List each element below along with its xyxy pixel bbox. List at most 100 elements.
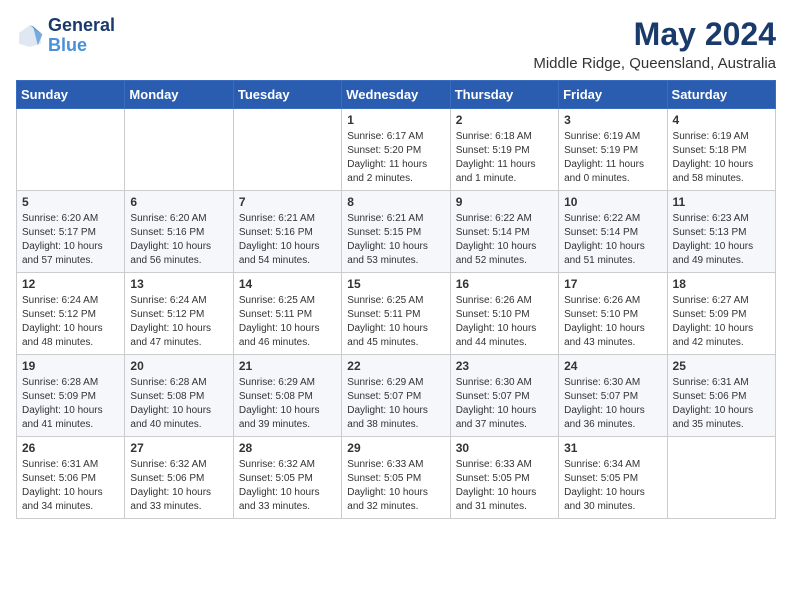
day-info: Sunrise: 6:31 AMSunset: 5:06 PMDaylight:… [673, 376, 770, 432]
calendar-cell: 3 Sunrise: 6:19 AMSunset: 5:19 PMDaylight… [559, 109, 667, 191]
day-number: 31 [564, 441, 661, 455]
calendar-cell: 23 Sunrise: 6:30 AMSunset: 5:07 PMDayligh… [450, 355, 558, 437]
day-info: Sunrise: 6:25 AMSunset: 5:11 PMDaylight:… [239, 294, 336, 350]
day-info: Sunrise: 6:24 AMSunset: 5:12 PMDaylight:… [130, 294, 227, 350]
day-info: Sunrise: 6:19 AMSunset: 5:18 PMDaylight:… [673, 130, 770, 186]
day-info: Sunrise: 6:32 AMSunset: 5:05 PMDaylight:… [239, 458, 336, 514]
day-info: Sunrise: 6:22 AMSunset: 5:14 PMDaylight:… [456, 212, 553, 268]
calendar-week-row: 1 Sunrise: 6:17 AMSunset: 5:20 PMDaylight… [17, 109, 776, 191]
header-friday: Friday [559, 81, 667, 109]
logo-line2: Blue [48, 35, 87, 55]
day-number: 1 [347, 113, 444, 127]
calendar-cell: 30 Sunrise: 6:33 AMSunset: 5:05 PMDayligh… [450, 437, 558, 519]
day-number: 25 [673, 359, 770, 373]
header-tuesday: Tuesday [233, 81, 341, 109]
day-number: 18 [673, 277, 770, 291]
day-number: 6 [130, 195, 227, 209]
calendar-week-row: 26 Sunrise: 6:31 AMSunset: 5:06 PMDayligh… [17, 437, 776, 519]
day-number: 5 [22, 195, 119, 209]
day-number: 27 [130, 441, 227, 455]
calendar-cell: 7 Sunrise: 6:21 AMSunset: 5:16 PMDaylight… [233, 191, 341, 273]
day-number: 17 [564, 277, 661, 291]
day-info: Sunrise: 6:28 AMSunset: 5:09 PMDaylight:… [22, 376, 119, 432]
day-number: 30 [456, 441, 553, 455]
calendar-cell: 22Sunrise: 6:29 AMSunset: 5:07 PMDayligh… [342, 355, 450, 437]
day-info: Sunrise: 6:21 AMSunset: 5:16 PMDaylight:… [239, 212, 336, 268]
day-number: 4 [673, 113, 770, 127]
day-info: Sunrise: 6:29 AMSunset: 5:07 PMDaylight:… [347, 376, 444, 432]
day-number: 23 [456, 359, 553, 373]
calendar-week-row: 5 Sunrise: 6:20 AMSunset: 5:17 PMDaylight… [17, 191, 776, 273]
day-number: 28 [239, 441, 336, 455]
day-info: Sunrise: 6:19 AMSunset: 5:19 PMDaylight:… [564, 130, 661, 186]
day-info: Sunrise: 6:30 AMSunset: 5:07 PMDaylight:… [564, 376, 661, 432]
calendar-cell: 24Sunrise: 6:30 AMSunset: 5:07 PMDayligh… [559, 355, 667, 437]
day-number: 21 [239, 359, 336, 373]
header-thursday: Thursday [450, 81, 558, 109]
calendar-cell: 27 Sunrise: 6:32 AMSunset: 5:06 PMDayligh… [125, 437, 233, 519]
day-info: Sunrise: 6:21 AMSunset: 5:15 PMDaylight:… [347, 212, 444, 268]
calendar-cell: 21Sunrise: 6:29 AMSunset: 5:08 PMDayligh… [233, 355, 341, 437]
day-info: Sunrise: 6:22 AMSunset: 5:14 PMDaylight:… [564, 212, 661, 268]
title-block: May 2024 Middle Ridge, Queensland, Austr… [533, 16, 776, 72]
day-info: Sunrise: 6:34 AMSunset: 5:05 PMDaylight:… [564, 458, 661, 514]
calendar-cell: 2 Sunrise: 6:18 AMSunset: 5:19 PMDaylight… [450, 109, 558, 191]
day-number: 9 [456, 195, 553, 209]
day-info: Sunrise: 6:32 AMSunset: 5:06 PMDaylight:… [130, 458, 227, 514]
day-info: Sunrise: 6:26 AMSunset: 5:10 PMDaylight:… [456, 294, 553, 350]
header-saturday: Saturday [667, 81, 775, 109]
day-info: Sunrise: 6:23 AMSunset: 5:13 PMDaylight:… [673, 212, 770, 268]
calendar-week-row: 19 Sunrise: 6:28 AMSunset: 5:09 PMDayligh… [17, 355, 776, 437]
day-number: 11 [673, 195, 770, 209]
day-number: 19 [22, 359, 119, 373]
calendar-cell: 29Sunrise: 6:33 AMSunset: 5:05 PMDayligh… [342, 437, 450, 519]
calendar-cell [125, 109, 233, 191]
header-sunday: Sunday [17, 81, 125, 109]
calendar-cell: 8 Sunrise: 6:21 AMSunset: 5:15 PMDaylight… [342, 191, 450, 273]
day-info: Sunrise: 6:31 AMSunset: 5:06 PMDaylight:… [22, 458, 119, 514]
month-title: May 2024 [533, 16, 776, 53]
calendar-cell: 25 Sunrise: 6:31 AMSunset: 5:06 PMDayligh… [667, 355, 775, 437]
location-title: Middle Ridge, Queensland, Australia [533, 55, 776, 72]
page-header: General Blue May 2024 Middle Ridge, Quee… [16, 16, 776, 72]
day-number: 16 [456, 277, 553, 291]
calendar-cell: 31 Sunrise: 6:34 AMSunset: 5:05 PMDayligh… [559, 437, 667, 519]
day-info: Sunrise: 6:33 AMSunset: 5:05 PMDaylight:… [456, 458, 553, 514]
day-info: Sunrise: 6:24 AMSunset: 5:12 PMDaylight:… [22, 294, 119, 350]
day-info: Sunrise: 6:27 AMSunset: 5:09 PMDaylight:… [673, 294, 770, 350]
day-info: Sunrise: 6:30 AMSunset: 5:07 PMDaylight:… [456, 376, 553, 432]
day-info: Sunrise: 6:20 AMSunset: 5:17 PMDaylight:… [22, 212, 119, 268]
day-number: 7 [239, 195, 336, 209]
day-number: 10 [564, 195, 661, 209]
day-number: 3 [564, 113, 661, 127]
day-number: 8 [347, 195, 444, 209]
logo-icon [16, 22, 44, 50]
day-info: Sunrise: 6:18 AMSunset: 5:19 PMDaylight:… [456, 130, 553, 186]
calendar-cell: 9 Sunrise: 6:22 AMSunset: 5:14 PMDaylight… [450, 191, 558, 273]
day-info: Sunrise: 6:26 AMSunset: 5:10 PMDaylight:… [564, 294, 661, 350]
calendar-cell [233, 109, 341, 191]
day-number: 26 [22, 441, 119, 455]
calendar: SundayMondayTuesdayWednesdayThursdayFrid… [16, 80, 776, 519]
day-number: 12 [22, 277, 119, 291]
calendar-cell: 17 Sunrise: 6:26 AMSunset: 5:10 PMDayligh… [559, 273, 667, 355]
calendar-cell: 28 Sunrise: 6:32 AMSunset: 5:05 PMDayligh… [233, 437, 341, 519]
day-number: 15 [347, 277, 444, 291]
calendar-cell: 14 Sunrise: 6:25 AMSunset: 5:11 PMDayligh… [233, 273, 341, 355]
calendar-cell: 12 Sunrise: 6:24 AMSunset: 5:12 PMDayligh… [17, 273, 125, 355]
logo-line1: General [48, 16, 115, 36]
calendar-cell: 4 Sunrise: 6:19 AMSunset: 5:18 PMDaylight… [667, 109, 775, 191]
logo: General Blue [16, 16, 115, 56]
day-info: Sunrise: 6:17 AMSunset: 5:20 PMDaylight:… [347, 130, 444, 186]
day-number: 13 [130, 277, 227, 291]
calendar-cell [17, 109, 125, 191]
calendar-cell: 26 Sunrise: 6:31 AMSunset: 5:06 PMDayligh… [17, 437, 125, 519]
calendar-cell: 15Sunrise: 6:25 AMSunset: 5:11 PMDayligh… [342, 273, 450, 355]
calendar-cell: 16 Sunrise: 6:26 AMSunset: 5:10 PMDayligh… [450, 273, 558, 355]
calendar-cell: 19 Sunrise: 6:28 AMSunset: 5:09 PMDayligh… [17, 355, 125, 437]
calendar-cell: 13 Sunrise: 6:24 AMSunset: 5:12 PMDayligh… [125, 273, 233, 355]
day-info: Sunrise: 6:28 AMSunset: 5:08 PMDaylight:… [130, 376, 227, 432]
day-number: 2 [456, 113, 553, 127]
day-number: 14 [239, 277, 336, 291]
header-wednesday: Wednesday [342, 81, 450, 109]
